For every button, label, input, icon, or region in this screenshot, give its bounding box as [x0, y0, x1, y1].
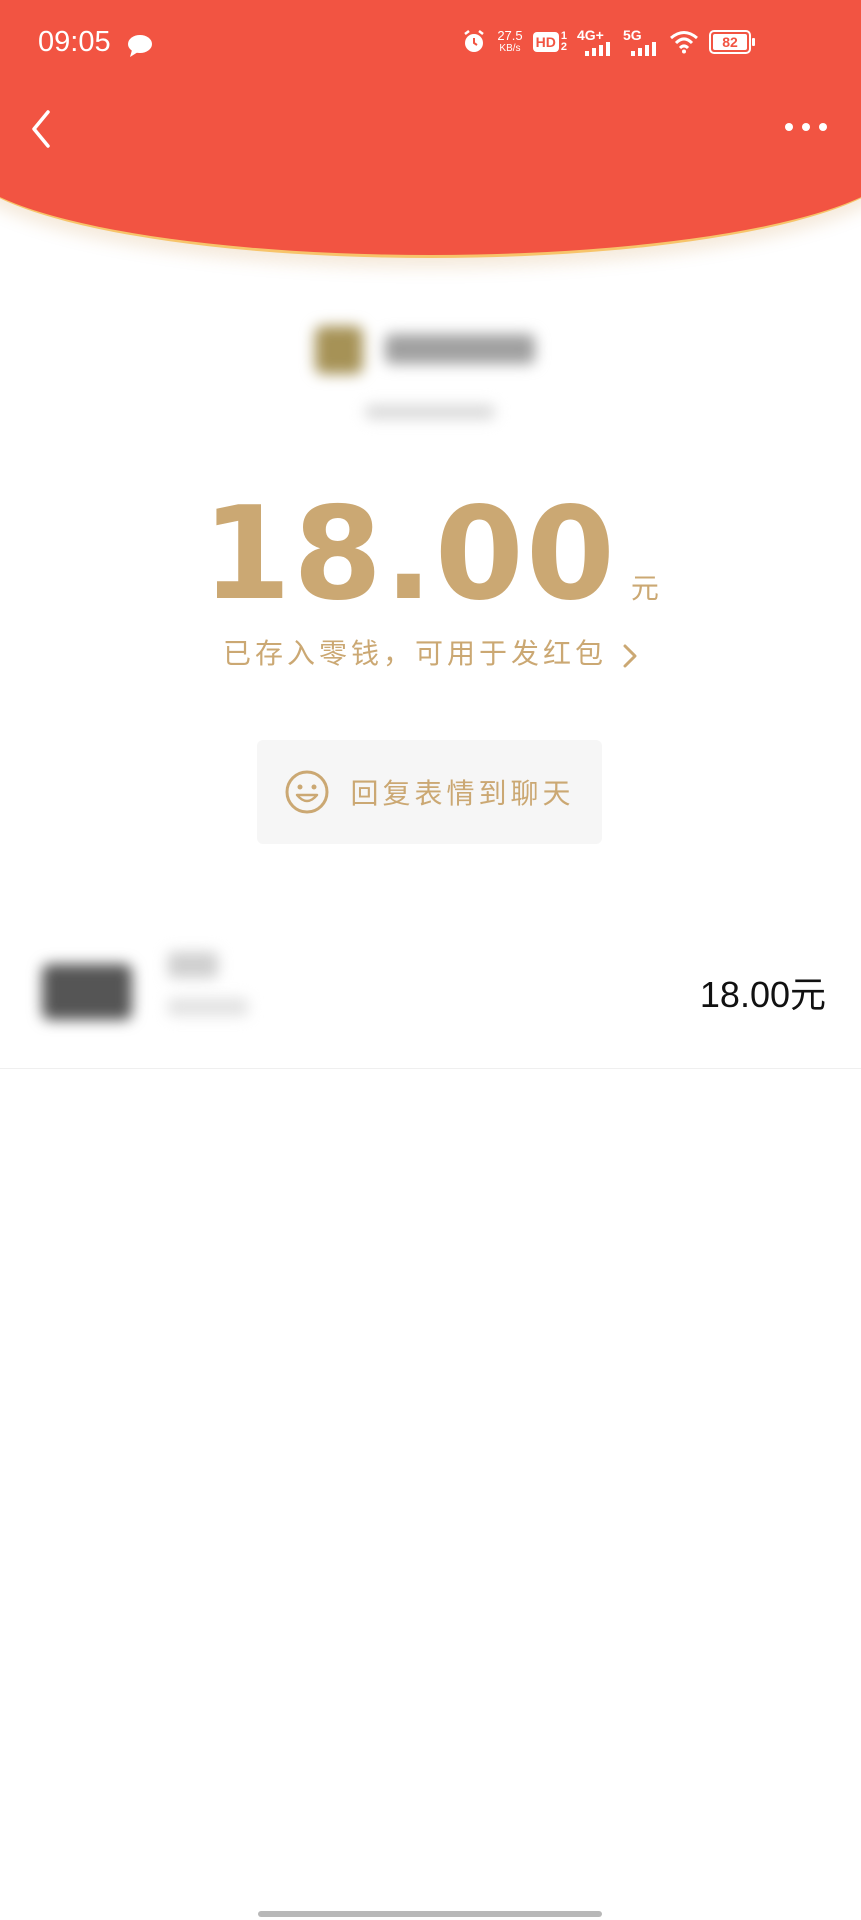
hd-indicator: HD 1 2 [532, 31, 567, 53]
more-options-icon[interactable] [781, 112, 831, 142]
deposit-note-link[interactable]: 已存入零钱，可用于发红包 [0, 632, 861, 672]
reply-emoji-button[interactable]: 回复表情到聊天 [257, 740, 602, 844]
network-speed-unit: KB/s [499, 43, 521, 54]
deposit-note-text: 已存入零钱，可用于发红包 [223, 637, 608, 670]
back-icon[interactable] [22, 104, 62, 154]
status-time: 09:05 [38, 26, 111, 58]
status-icons: 27.5 KB/s HD 1 2 4G+ 5G 82 [461, 28, 755, 56]
sender-name [385, 334, 535, 364]
receiver-list-item[interactable]: 18.00元 [0, 930, 861, 1069]
amount-value: 18.00 [202, 480, 617, 629]
receiver-avatar [42, 964, 132, 1020]
signal-5g: 5G [623, 28, 659, 56]
signal-bars-icon [631, 42, 656, 56]
message-notification-icon [128, 35, 152, 57]
smiley-icon [285, 770, 329, 814]
home-indicator[interactable] [258, 1911, 602, 1917]
hd-sim-2: 2 [560, 41, 567, 53]
sender-avatar [315, 326, 363, 374]
received-amount: 18.00 元 [0, 480, 861, 629]
battery-indicator: 82 [709, 30, 755, 54]
hd-badge: HD [532, 32, 559, 52]
chevron-right-icon [623, 644, 637, 667]
wifi-icon [670, 31, 698, 54]
sender-info [315, 320, 545, 380]
network-speed: 27.5 KB/s [497, 29, 522, 55]
receiver-time [168, 998, 248, 1016]
receiver-name [168, 952, 218, 978]
network-speed-value: 27.5 [497, 28, 523, 43]
signal-4g: 4G+ [577, 28, 613, 56]
sender-message [365, 405, 495, 419]
amount-unit: 元 [630, 572, 659, 605]
alarm-icon [464, 30, 485, 52]
battery-level: 82 [722, 34, 738, 50]
signal-bars-icon [585, 42, 610, 56]
reply-emoji-label: 回复表情到聊天 [350, 777, 575, 810]
status-bar: 09:05 27.5 KB/s HD 1 2 4G+ 5G 82 [0, 0, 861, 90]
receiver-amount: 18.00元 [699, 974, 826, 1015]
